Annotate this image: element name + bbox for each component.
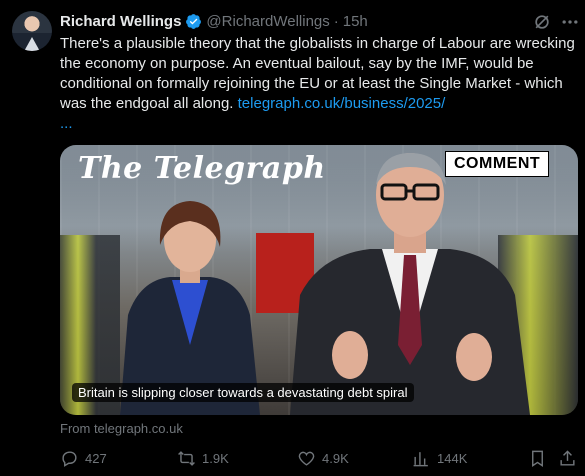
link-card[interactable]: The Telegraph COMMENT Britain is slippin…	[60, 145, 578, 415]
repost-icon	[178, 451, 195, 466]
tweet-link[interactable]: telegraph.co.uk/business/2025/	[238, 95, 446, 112]
comment-badge: COMMENT	[445, 151, 550, 177]
share-button[interactable]	[558, 449, 577, 468]
like-icon	[298, 451, 315, 466]
share-icon	[560, 450, 575, 466]
verified-badge-icon	[186, 13, 202, 29]
tweet-link-ellipsis[interactable]: ...	[60, 115, 73, 132]
telegraph-logo: The Telegraph	[78, 151, 326, 186]
views-button[interactable]: 144K	[412, 449, 467, 468]
author-handle[interactable]: @RichardWellings	[206, 13, 329, 30]
woman-figure	[120, 201, 260, 415]
repost-button[interactable]: 1.9K	[177, 449, 229, 468]
grok-icon[interactable]	[532, 12, 552, 32]
tweet-text: There's a plausible theory that the glob…	[60, 34, 575, 134]
bookmark-icon	[532, 450, 543, 467]
reply-count: 427	[85, 451, 107, 466]
views-icon	[413, 452, 428, 467]
tweet-header: Richard Wellings @RichardWellings · 15h	[60, 11, 368, 31]
link-source[interactable]: From telegraph.co.uk	[60, 421, 183, 436]
views-count: 144K	[437, 451, 468, 466]
tweet-time[interactable]: 15h	[343, 13, 368, 30]
like-button[interactable]: 4.9K	[297, 449, 349, 468]
bookmark-button[interactable]	[528, 449, 547, 468]
separator-dot: ·	[333, 12, 339, 30]
repost-count: 1.9K	[202, 451, 229, 466]
like-count: 4.9K	[322, 451, 349, 466]
more-options-icon[interactable]	[560, 12, 580, 32]
author-name[interactable]: Richard Wellings	[60, 13, 181, 30]
action-bar: 427 1.9K 4.9K 144K	[60, 449, 580, 471]
man-figure	[290, 153, 530, 415]
reply-icon	[62, 451, 77, 467]
avatar[interactable]	[12, 11, 52, 51]
reply-button[interactable]: 427	[60, 449, 107, 468]
card-caption: Britain is slipping closer towards a dev…	[72, 383, 414, 402]
